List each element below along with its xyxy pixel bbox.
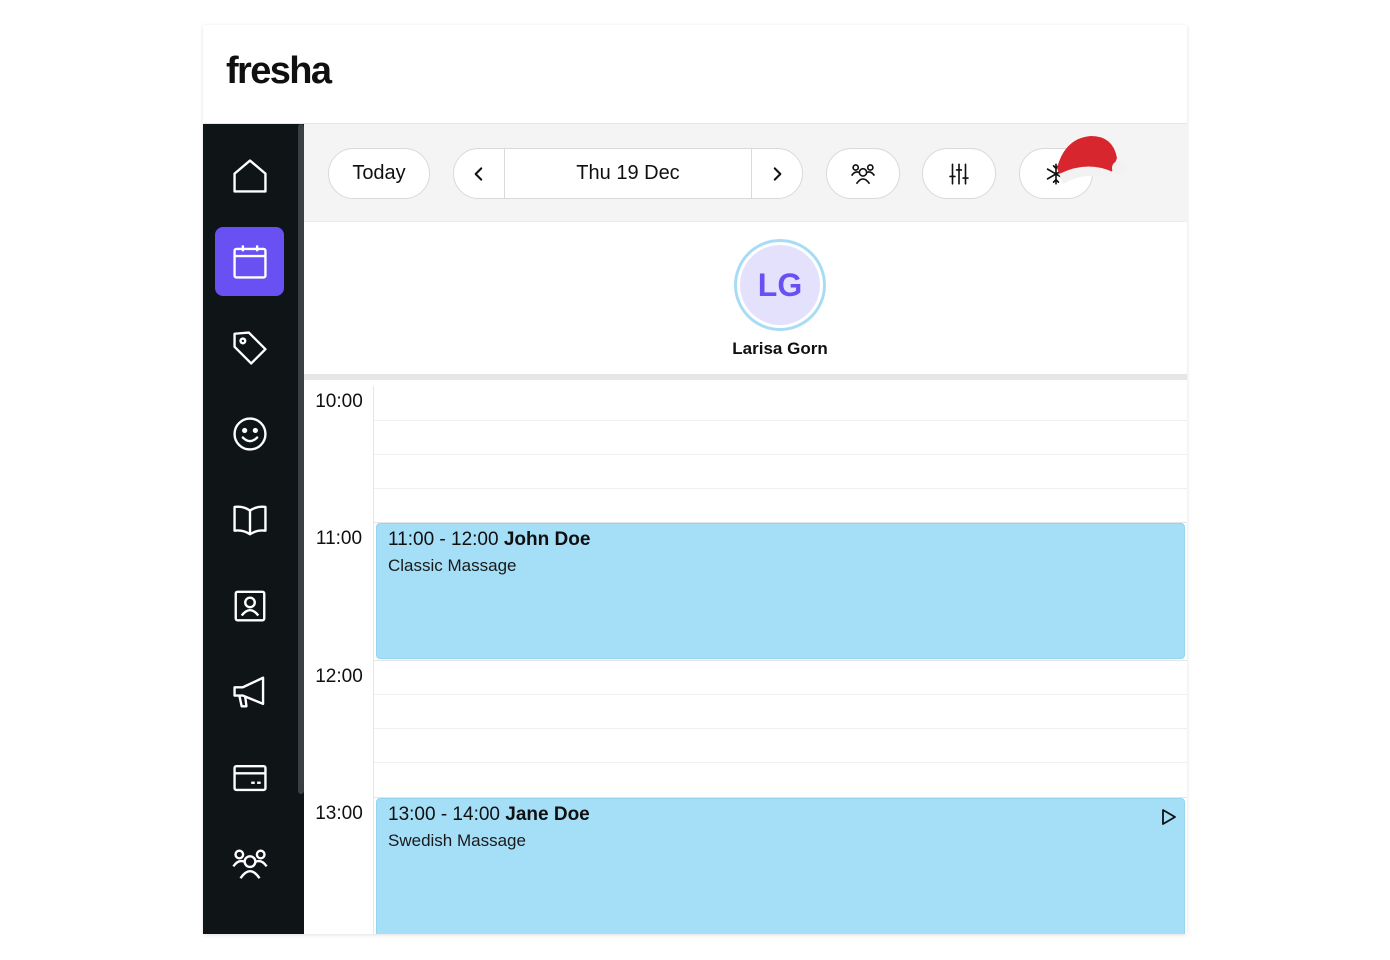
sidebar-item-marketing[interactable]	[215, 657, 284, 726]
appointment-time: 13:00 - 14:00	[388, 804, 500, 825]
santa-hat-icon	[1057, 136, 1126, 184]
group-icon	[231, 849, 268, 879]
appointment-card[interactable]: 13:00 - 14:00 Jane Doe Swedish Massage	[376, 798, 1185, 934]
sidebar-item-team[interactable]	[215, 571, 284, 640]
grid-line	[374, 454, 1187, 455]
calendar-settings-button[interactable]	[922, 148, 996, 199]
time-label: 12:00	[315, 666, 363, 687]
sidebar-item-clients[interactable]	[215, 399, 284, 468]
calendar-content: Today Thu 19 Dec LG Larisa Gorn 10:00 11…	[304, 124, 1187, 934]
grid-line	[374, 762, 1187, 763]
top-bar: fresha	[203, 25, 1187, 124]
appointment-service: Swedish Massage	[388, 831, 526, 850]
card-icon	[232, 764, 267, 791]
calendar-icon	[232, 244, 267, 279]
time-column: 10:00 11:00 12:00 13:00	[304, 386, 374, 934]
time-label: 11:00	[315, 528, 363, 549]
sidebar-item-home[interactable]	[215, 141, 284, 210]
sliders-icon	[949, 162, 969, 185]
sidebar-item-people[interactable]	[215, 829, 284, 898]
calendar-toolbar: Today Thu 19 Dec	[304, 124, 1187, 222]
play-icon[interactable]	[1158, 807, 1178, 827]
megaphone-icon	[232, 676, 264, 707]
prev-day-button[interactable]	[454, 149, 504, 198]
grid-line	[374, 420, 1187, 421]
sidebar-item-payments[interactable]	[215, 743, 284, 812]
chevron-right-icon	[773, 166, 782, 181]
time-label: 10:00	[315, 391, 363, 412]
smiley-icon	[232, 416, 267, 451]
appointment-service: Classic Massage	[388, 556, 517, 575]
grid-line	[374, 488, 1187, 489]
staff-name: Larisa Gorn	[732, 339, 828, 358]
staff-avatar[interactable]: LG	[734, 239, 826, 331]
chevron-left-icon	[474, 166, 483, 181]
time-label: 13:00	[315, 803, 363, 824]
grid-line	[374, 694, 1187, 695]
team-icon	[850, 163, 876, 184]
sidebar	[203, 124, 304, 934]
sidebar-item-calendar[interactable]	[215, 227, 284, 296]
appointment-time: 11:00 - 12:00	[388, 529, 499, 550]
next-day-button[interactable]	[752, 149, 802, 198]
date-picker-button[interactable]: Thu 19 Dec	[504, 149, 752, 198]
appointment-client: John Doe	[503, 529, 591, 550]
appointment-header: 13:00 - 14:00 Jane Doe	[388, 804, 1173, 826]
avatar-initials: LG	[740, 245, 820, 325]
team-filter-button[interactable]	[826, 148, 900, 199]
today-button[interactable]: Today	[328, 148, 430, 199]
grid-line	[374, 660, 1187, 661]
fresha-logo[interactable]: fresha	[226, 52, 332, 90]
book-icon	[232, 505, 267, 535]
date-navigator: Thu 19 Dec	[453, 148, 803, 199]
sidebar-item-catalog[interactable]	[215, 485, 284, 554]
contact-card-icon	[234, 590, 265, 621]
appointment-client: Jane Doe	[505, 804, 590, 825]
appointment-card[interactable]: 11:00 - 12:00 John Doe Classic Massage	[376, 523, 1185, 659]
calendar-grid[interactable]: 10:00 11:00 12:00 13:00 11:00 - 12:00 Jo…	[304, 386, 1187, 934]
tag-icon	[232, 330, 267, 365]
app-window: fresha Today Thu 19 Dec LG Larisa Gorn 1…	[203, 25, 1187, 934]
appointment-header: 11:00 - 12:00 John Doe	[388, 529, 1173, 551]
sidebar-item-sales[interactable]	[215, 313, 284, 382]
staff-header: LG Larisa Gorn	[304, 222, 1187, 380]
grid-line	[374, 728, 1187, 729]
home-icon	[232, 158, 267, 193]
